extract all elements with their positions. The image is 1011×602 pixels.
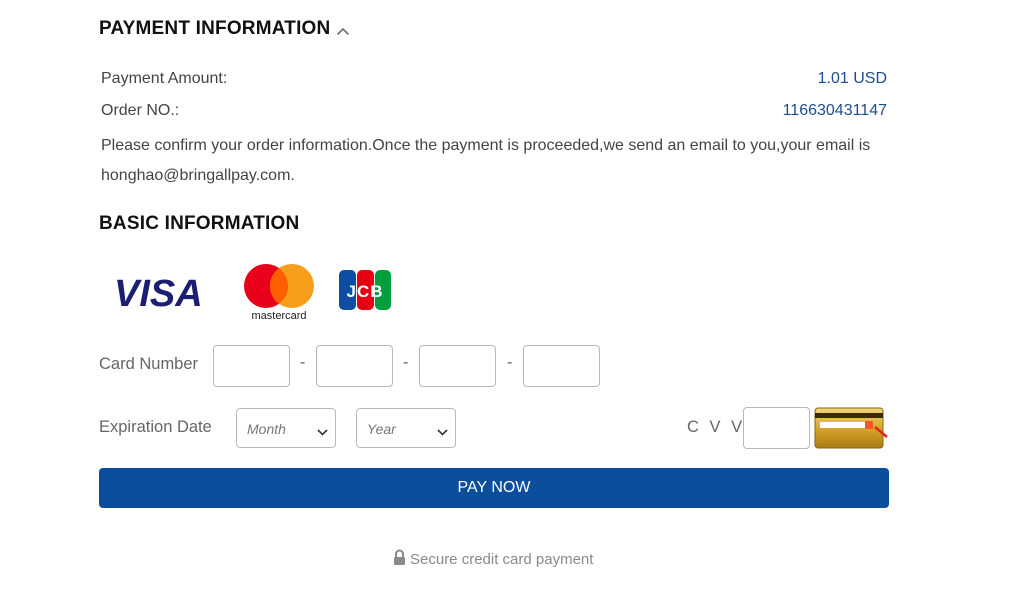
visa-logo-text: VISA bbox=[114, 273, 203, 312]
secure-payment-note: Secure credit card payment bbox=[393, 549, 593, 570]
jcb-logo-text: JCB bbox=[346, 282, 383, 301]
basic-section-title: BASIC INFORMATION bbox=[99, 213, 300, 234]
jcb-logo: JCB bbox=[338, 269, 392, 316]
confirmation-notice: Please confirm your order information.On… bbox=[101, 137, 871, 184]
order-number-label: Order NO.: bbox=[101, 102, 180, 119]
pay-now-button[interactable]: PAY NOW bbox=[99, 468, 889, 508]
month-select-value: Month bbox=[247, 421, 286, 437]
payment-amount-value: 1.01 USD bbox=[817, 70, 887, 87]
card-back-icon bbox=[814, 407, 890, 454]
card-number-field-3[interactable] bbox=[419, 345, 496, 387]
cvv-field[interactable] bbox=[743, 407, 810, 449]
card-number-field-4[interactable] bbox=[523, 345, 600, 387]
year-select-value: Year bbox=[367, 421, 396, 437]
payment-page: PAYMENT INFORMATION Payment Amount: 1.01… bbox=[0, 0, 1011, 602]
payment-amount-label: Payment Amount: bbox=[101, 70, 228, 87]
order-number-row: Order NO.: 116630431147 bbox=[101, 102, 887, 120]
card-number-label: Card Number bbox=[99, 355, 199, 373]
cvv-label: C V V bbox=[687, 418, 746, 436]
expiration-date-label: Expiration Date bbox=[99, 418, 212, 436]
card-number-field-2[interactable] bbox=[316, 345, 393, 387]
month-select[interactable]: Month bbox=[236, 408, 336, 448]
payment-section-title: PAYMENT INFORMATION bbox=[99, 18, 331, 39]
card-number-separator: - bbox=[403, 354, 409, 371]
card-number-field-1[interactable] bbox=[213, 345, 290, 387]
mastercard-logo-text: mastercard bbox=[251, 310, 306, 322]
lock-icon bbox=[393, 549, 406, 570]
visa-logo: VISA bbox=[112, 272, 216, 317]
card-number-separator: - bbox=[300, 354, 306, 371]
order-number-value: 116630431147 bbox=[782, 102, 887, 119]
chevron-up-icon[interactable] bbox=[336, 20, 350, 42]
chevron-down-icon bbox=[317, 423, 328, 439]
chevron-down-icon bbox=[437, 423, 448, 439]
mastercard-logo: mastercard bbox=[242, 262, 318, 329]
year-select[interactable]: Year bbox=[356, 408, 456, 448]
payment-amount-row: Payment Amount: 1.01 USD bbox=[101, 70, 887, 88]
secure-payment-text: Secure credit card payment bbox=[410, 551, 594, 568]
card-number-separator: - bbox=[507, 354, 513, 371]
payment-section-header[interactable]: PAYMENT INFORMATION bbox=[99, 16, 350, 42]
